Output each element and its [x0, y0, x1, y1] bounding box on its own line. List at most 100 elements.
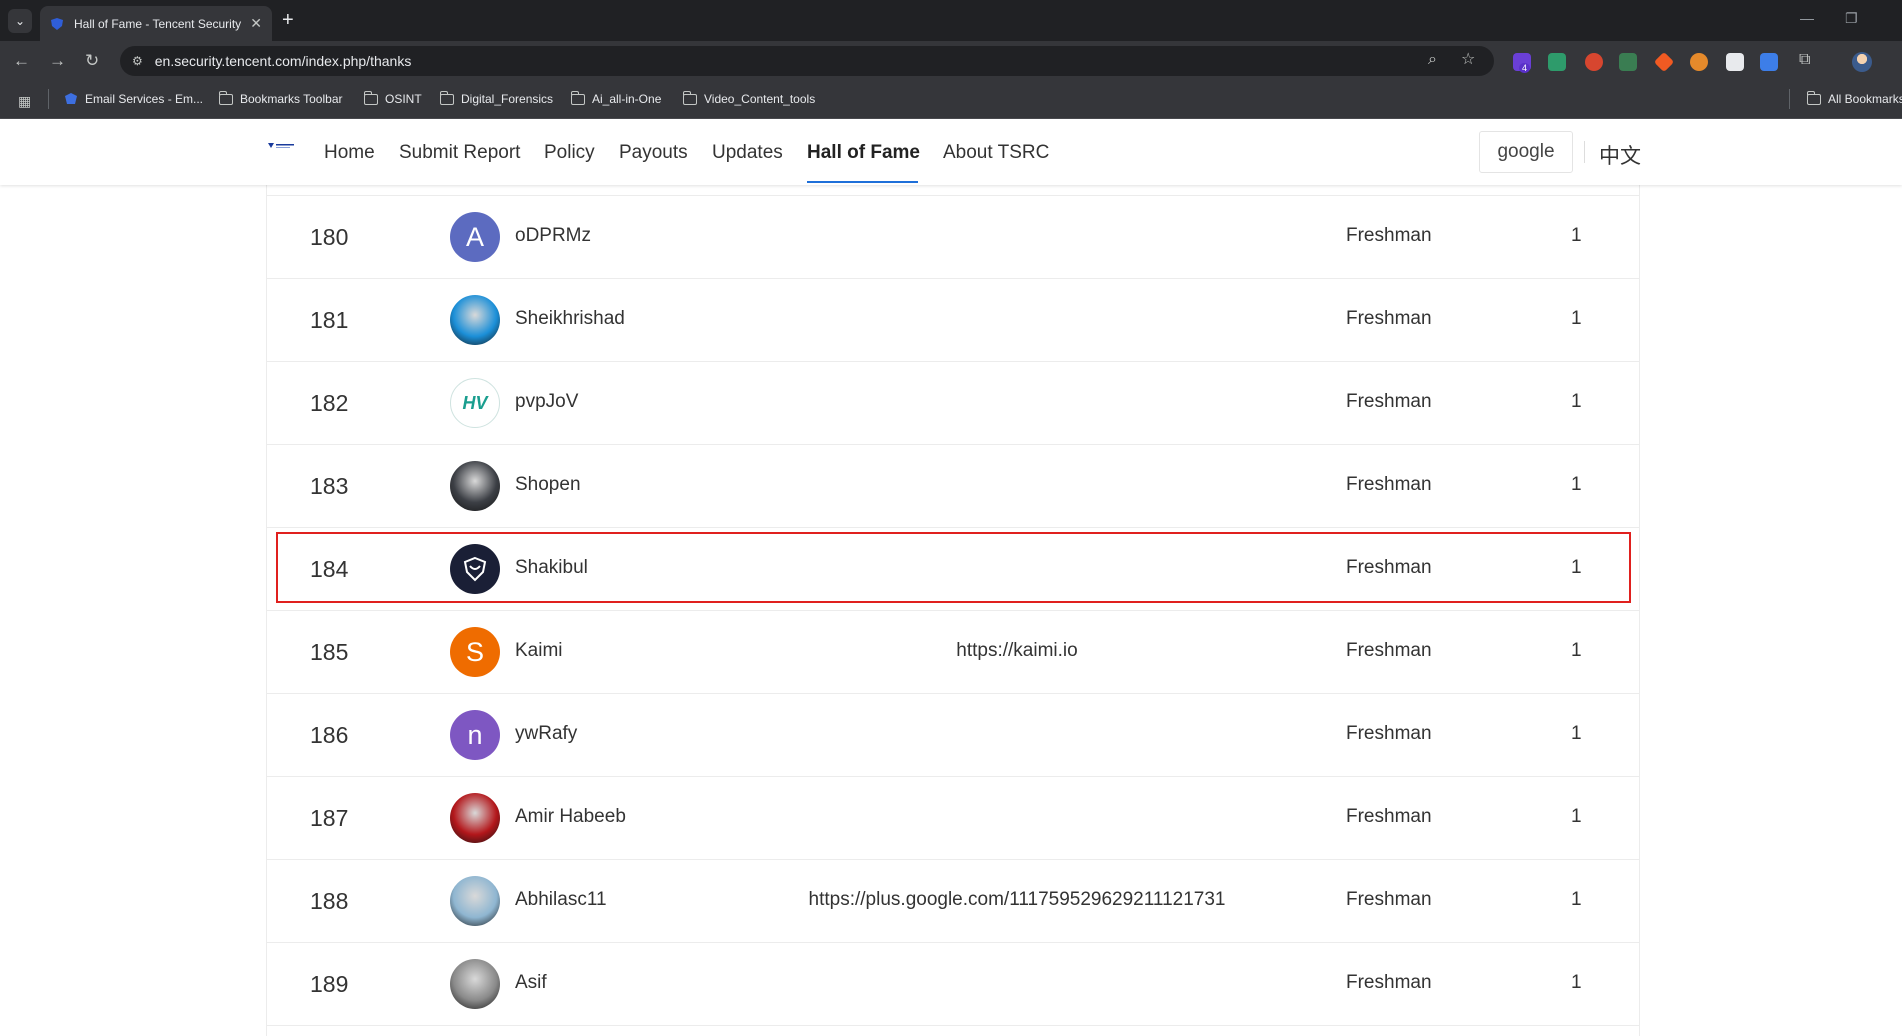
- table-row: 186 n ywRafy Freshman 1: [267, 694, 1639, 777]
- bookmark-folder-video[interactable]: Video_Content_tools: [682, 90, 816, 106]
- bookmark-label: Bookmarks Toolbar: [240, 92, 343, 106]
- restore-icon[interactable]: ❐: [1845, 10, 1858, 27]
- table-row: 185 S Kaimi https://kaimi.io Freshman 1: [267, 611, 1639, 694]
- folder-icon: [363, 90, 378, 105]
- level-cell: Freshman: [1346, 806, 1432, 827]
- table-row: 189 Asif Freshman 1: [267, 943, 1639, 1026]
- researcher-name: Asif: [515, 972, 547, 993]
- bookmark-star-icon[interactable]: ☆: [1461, 51, 1475, 69]
- rank-cell: 189: [310, 971, 349, 997]
- table-row: 188 Abhilasc11 https://plus.google.com/111…: [267, 860, 1639, 943]
- nav-home[interactable]: Home: [324, 142, 375, 164]
- user-avatar: [450, 959, 500, 1009]
- address-bar[interactable]: ⚙ en.security.tencent.com/index.php/than…: [120, 46, 1494, 76]
- bookmark-label: Video_Content_tools: [704, 92, 816, 106]
- rank-cell: 183: [310, 473, 349, 499]
- extension-mail-icon[interactable]: [1548, 53, 1566, 71]
- folder-icon: [218, 90, 233, 105]
- extension-translate-icon[interactable]: [1760, 53, 1778, 71]
- report-count-cell: 1: [1571, 972, 1582, 993]
- extension-note-icon[interactable]: [1726, 53, 1744, 71]
- bookmark-label: Email Services - Em...: [85, 92, 204, 106]
- active-tab[interactable]: Hall of Fame - Tencent Security ✕: [40, 6, 272, 41]
- site-info-icon[interactable]: ⚙: [132, 54, 143, 68]
- bookmark-folder-toolbar[interactable]: Bookmarks Toolbar: [218, 90, 343, 106]
- tencent-shield-icon: [51, 17, 63, 30]
- close-tab-icon[interactable]: ✕: [250, 15, 262, 32]
- report-count-cell: 1: [1571, 889, 1582, 910]
- nav-updates[interactable]: Updates: [712, 142, 783, 164]
- report-count-cell: 1: [1571, 391, 1582, 412]
- folder-icon: [1806, 90, 1821, 105]
- nav-submit-report[interactable]: Submit Report: [399, 142, 520, 164]
- bookmark-folder-ai[interactable]: Ai_all-in-One: [570, 90, 661, 106]
- extension-green-icon[interactable]: [1619, 53, 1637, 71]
- researcher-name: Abhilasc11: [515, 889, 607, 910]
- researcher-name: Sheikhrishad: [515, 308, 625, 329]
- level-cell: Freshman: [1346, 391, 1432, 412]
- level-cell: Freshman: [1346, 474, 1432, 495]
- report-count-cell: 1: [1571, 474, 1582, 495]
- researcher-url-link[interactable]: https://kaimi.io: [747, 640, 1287, 662]
- avatar-letter: A: [465, 221, 484, 252]
- tab-search-icon[interactable]: ⌄: [8, 9, 32, 33]
- researcher-name: ywRafy: [515, 723, 578, 744]
- bookmark-all-bookmarks[interactable]: All Bookmarks: [1806, 90, 1902, 106]
- rank-cell: 180: [310, 224, 349, 250]
- language-divider: [1584, 141, 1585, 163]
- nav-policy[interactable]: Policy: [544, 142, 595, 164]
- email-services-icon: [65, 93, 77, 104]
- minimize-icon[interactable]: —: [1800, 10, 1814, 26]
- table-row: 182 HV pvpJoV Freshman 1: [267, 362, 1639, 445]
- site-header: Home Submit Report Policy Payouts Update…: [0, 119, 1902, 185]
- table-row: 183 Shopen Freshman 1: [267, 445, 1639, 528]
- bookmarks-divider: [1789, 89, 1790, 109]
- folder-icon: [439, 90, 454, 105]
- forward-icon[interactable]: →: [49, 51, 66, 71]
- researcher-name: pvpJoV: [515, 391, 579, 412]
- zoom-icon[interactable]: ⌕: [1428, 51, 1437, 69]
- browser-tab-bar: ⌄ Hall of Fame - Tencent Security ✕ + — …: [0, 0, 1902, 41]
- level-cell: Freshman: [1346, 557, 1432, 578]
- researcher-url-link[interactable]: https://plus.google.com/1117595296292111…: [747, 889, 1287, 911]
- nav-hall-of-fame[interactable]: Hall of Fame: [807, 142, 920, 164]
- new-tab-icon[interactable]: +: [282, 8, 294, 32]
- google-button[interactable]: google: [1479, 131, 1573, 173]
- tsrc-logo-icon[interactable]: [268, 141, 296, 151]
- folder-icon: [570, 90, 585, 105]
- folder-icon: [682, 90, 697, 105]
- bookmark-folder-forensics[interactable]: Digital_Forensics: [439, 90, 553, 106]
- researcher-name: oDPRMz: [515, 225, 592, 246]
- user-avatar: HV: [450, 378, 500, 428]
- language-chinese-link[interactable]: 中文: [1599, 140, 1641, 170]
- extension-capture-icon[interactable]: [1585, 53, 1603, 71]
- user-avatar: [450, 876, 500, 926]
- researcher-name: Shopen: [515, 474, 581, 495]
- bookmarks-divider: [48, 89, 49, 109]
- bookmark-label: OSINT: [385, 92, 422, 106]
- bookmark-email-services[interactable]: Email Services - Em...: [64, 92, 203, 106]
- browser-toolbar: ← → ↻ ⚙ en.security.tencent.com/index.ph…: [0, 41, 1902, 81]
- extensions-puzzle-icon[interactable]: ⧉: [1799, 51, 1810, 69]
- bookmark-folder-osint[interactable]: OSINT: [363, 90, 422, 106]
- extension-cookie-icon[interactable]: [1690, 53, 1708, 71]
- report-count-cell: 1: [1571, 806, 1582, 827]
- researcher-name: Amir Habeeb: [515, 806, 626, 827]
- report-count-cell: 1: [1571, 557, 1582, 578]
- nav-about-tsrc[interactable]: About TSRC: [943, 142, 1049, 164]
- profile-avatar[interactable]: [1852, 52, 1872, 72]
- researcher-name: Shakibul: [515, 557, 588, 578]
- level-cell: Freshman: [1346, 889, 1432, 910]
- reload-icon[interactable]: ↻: [85, 51, 99, 71]
- user-avatar: [450, 461, 500, 511]
- nav-payouts[interactable]: Payouts: [619, 142, 688, 164]
- rank-cell: 186: [310, 722, 349, 748]
- table-row: 181 Sheikhrishad Freshman 1: [267, 279, 1639, 362]
- table-row-partial: [267, 185, 1639, 196]
- extension-orange-icon[interactable]: [1653, 51, 1675, 73]
- tab-title: Hall of Fame - Tencent Security: [74, 16, 242, 31]
- back-icon[interactable]: ←: [13, 51, 30, 71]
- avatar-logo-text: HV: [462, 392, 488, 413]
- level-cell: Freshman: [1346, 308, 1432, 329]
- apps-grid-icon[interactable]: ▦: [18, 93, 31, 110]
